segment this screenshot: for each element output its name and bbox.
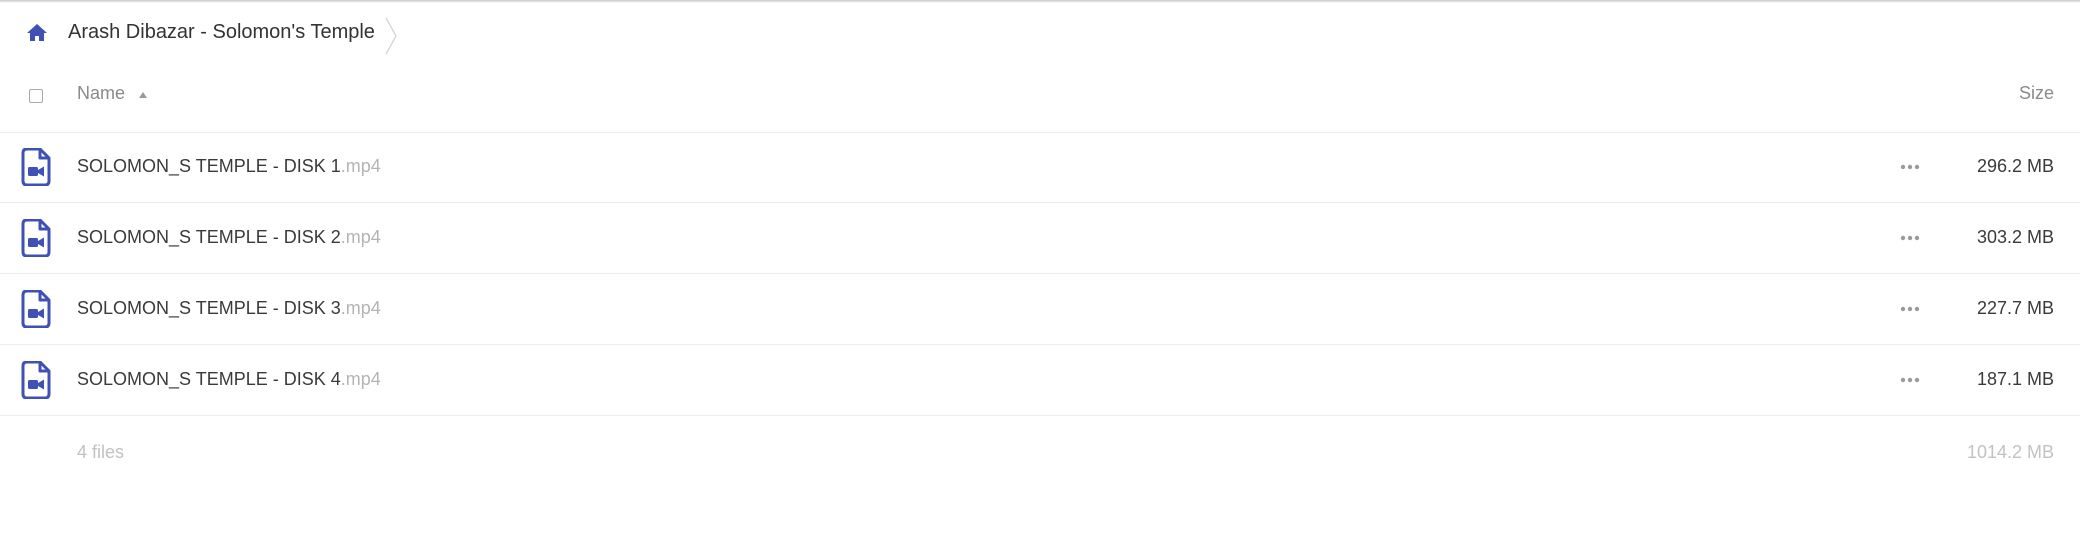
breadcrumb: Arash Dibazar - Solomon's Temple (0, 0, 2080, 64)
column-header-name[interactable]: Name (77, 83, 125, 104)
file-list: SOLOMON_S TEMPLE - DISK 1.mp4 296.2 MB S… (0, 132, 2080, 416)
more-options-icon[interactable] (1898, 226, 1922, 250)
file-row[interactable]: SOLOMON_S TEMPLE - DISK 1.mp4 296.2 MB (0, 132, 2080, 203)
more-options-icon[interactable] (1898, 368, 1922, 392)
total-size: 1014.2 MB (1966, 442, 2054, 462)
file-row[interactable]: SOLOMON_S TEMPLE - DISK 2.mp4 303.2 MB (0, 203, 2080, 274)
file-size: 303.2 MB (1976, 227, 2054, 247)
file-name[interactable]: SOLOMON_S TEMPLE - DISK 2.mp4 (77, 227, 381, 248)
video-file-icon (21, 361, 51, 399)
file-size: 296.2 MB (1976, 156, 2054, 176)
file-size: 187.1 MB (1976, 369, 2054, 389)
file-name[interactable]: SOLOMON_S TEMPLE - DISK 1.mp4 (77, 156, 381, 177)
select-all-checkbox[interactable] (29, 89, 43, 103)
table-header: Name Size (0, 64, 2080, 133)
more-options-icon[interactable] (1898, 297, 1922, 321)
file-count: 4 files (77, 442, 125, 462)
video-file-icon (21, 148, 51, 186)
breadcrumb-current[interactable]: Arash Dibazar - Solomon's Temple (68, 21, 375, 44)
file-extension: .mp4 (340, 156, 381, 176)
more-options-icon[interactable] (1898, 155, 1922, 179)
video-file-icon (21, 290, 51, 328)
file-extension: .mp4 (340, 227, 381, 247)
column-header-size[interactable]: Size (2019, 83, 2054, 104)
file-row[interactable]: SOLOMON_S TEMPLE - DISK 4.mp4 187.1 MB (0, 345, 2080, 416)
file-name[interactable]: SOLOMON_S TEMPLE - DISK 4.mp4 (77, 369, 381, 390)
file-name[interactable]: SOLOMON_S TEMPLE - DISK 3.mp4 (77, 298, 381, 319)
table-footer: 4 files 1014.2 MB (0, 416, 2080, 486)
file-extension: .mp4 (340, 298, 381, 318)
breadcrumb-separator-icon (385, 17, 397, 55)
sort-ascending-icon[interactable] (138, 91, 148, 99)
file-extension: .mp4 (340, 369, 381, 389)
file-size: 227.7 MB (1976, 298, 2054, 318)
file-row[interactable]: SOLOMON_S TEMPLE - DISK 3.mp4 227.7 MB (0, 274, 2080, 345)
home-icon[interactable] (24, 20, 50, 46)
video-file-icon (21, 219, 51, 257)
